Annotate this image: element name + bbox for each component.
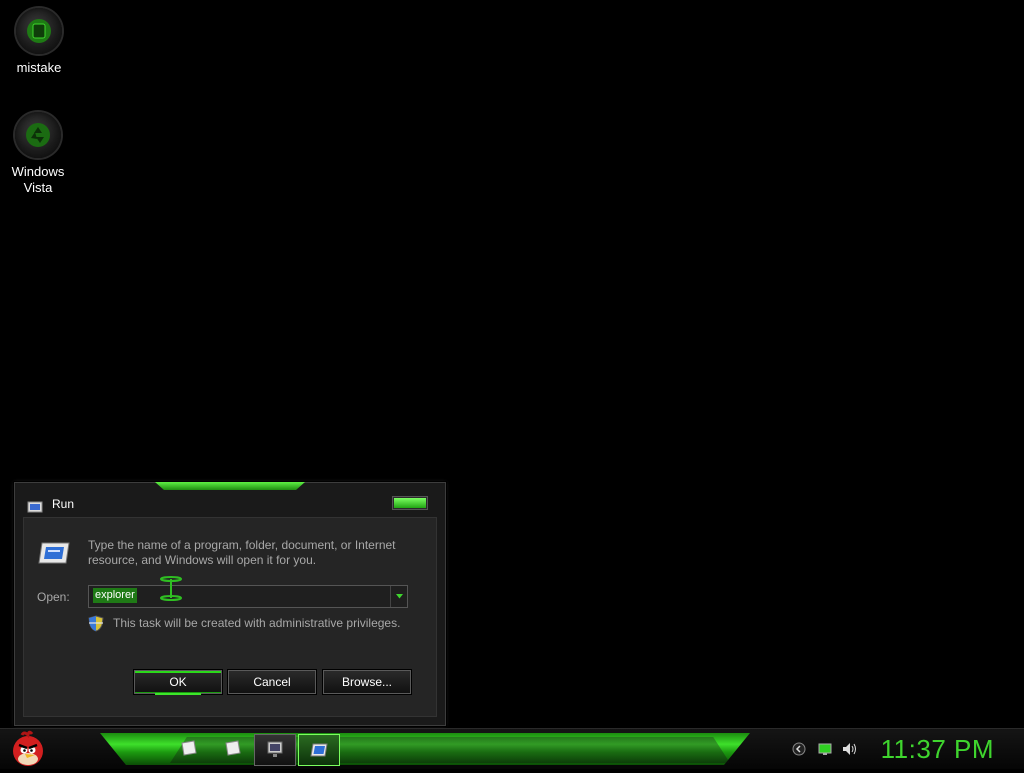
desktop-icon-label: Windows Vista <box>11 164 65 195</box>
note-icon[interactable] <box>170 734 210 764</box>
dialog-top-glow <box>155 482 305 490</box>
volume-icon[interactable] <box>842 741 858 760</box>
taskbar-clock[interactable]: 11:37 PM <box>881 734 994 765</box>
remote-desktop-icon <box>267 741 283 757</box>
angry-bird-start-icon[interactable] <box>8 729 48 773</box>
browse-button[interactable]: Browse... <box>323 670 411 694</box>
run-icon <box>310 743 328 757</box>
run-dialog: Run Type the name of a program, folder, … <box>14 482 446 726</box>
network-icon[interactable] <box>818 741 832 760</box>
dialog-description: Type the name of a program, folder, docu… <box>88 538 396 567</box>
note-icon[interactable] <box>214 734 254 764</box>
open-input-value[interactable]: explorer <box>93 588 137 603</box>
taskbar: 11:37 PM <box>0 728 1024 769</box>
taskbar-item-run[interactable] <box>298 734 340 766</box>
dialog-body: Type the name of a program, folder, docu… <box>23 517 437 717</box>
taskbar-item-remote-desktop[interactable] <box>254 734 296 766</box>
dialog-title: Run <box>52 497 75 511</box>
ibeam-cursor-icon <box>158 576 184 606</box>
run-large-icon <box>38 542 70 568</box>
run-icon <box>27 498 43 517</box>
dialog-titlebar[interactable]: Run <box>15 491 445 517</box>
recycle-bin-icon <box>15 112 61 158</box>
green-disc-icon <box>16 8 62 54</box>
admin-privileges-note: This task will be created with administr… <box>88 615 400 636</box>
desktop-icon-mistake[interactable]: mistake <box>1 8 77 76</box>
desktop-icon-label: mistake <box>16 60 62 75</box>
back-icon[interactable] <box>792 741 806 760</box>
admin-note-text: This task will be created with administr… <box>113 616 401 630</box>
open-label: Open: <box>37 590 70 604</box>
cancel-button[interactable]: Cancel <box>228 670 316 694</box>
open-combobox[interactable]: explorer <box>88 585 408 608</box>
uac-shield-icon <box>88 615 104 632</box>
desktop-icon-windows-vista[interactable]: Windows Vista <box>0 112 76 196</box>
close-button[interactable] <box>393 497 427 509</box>
ok-button[interactable]: OK <box>134 670 222 695</box>
chevron-down-icon[interactable] <box>390 586 407 607</box>
